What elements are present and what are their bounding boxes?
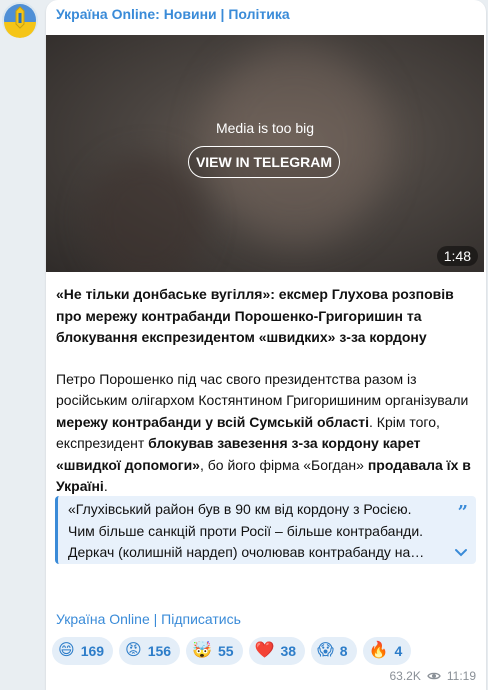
body-text: . xyxy=(103,478,108,494)
reaction-count: 4 xyxy=(394,643,403,659)
fire-icon: 🔥 xyxy=(368,642,389,659)
reaction-heart[interactable]: ❤️ 38 xyxy=(248,637,306,665)
reaction-fire[interactable]: 🔥 4 xyxy=(362,637,412,665)
post-text: «Не тільки донбаське вугілля»: ексмер Гл… xyxy=(56,284,476,498)
reaction-scream[interactable]: 😱 8 xyxy=(311,637,357,665)
quote-icon: ” xyxy=(457,502,468,523)
reaction-count: 38 xyxy=(280,643,297,659)
quote-text: «Глухівський район був в 90 км від кордо… xyxy=(68,499,438,564)
angry-face-icon: 😡 xyxy=(125,642,142,659)
reaction-count: 8 xyxy=(339,643,348,659)
reaction-exploding-head[interactable]: 🤯 55 xyxy=(186,637,243,665)
media-too-big-note: Media is too big xyxy=(215,120,315,136)
post-headline: «Не тільки донбаське вугілля»: ексмер Гл… xyxy=(56,286,454,345)
blockquote[interactable]: «Глухівський район був в 90 км від кордо… xyxy=(55,496,476,564)
quote-line: «Глухівський район був в 90 км від кордо… xyxy=(68,501,412,517)
video-preview[interactable]: Media is too big VIEW IN TELEGRAM 1:48 xyxy=(46,35,484,272)
reaction-grinning[interactable]: 😄 169 xyxy=(52,637,114,665)
message-meta: 63.2K 11:19 xyxy=(390,669,477,683)
post-body: Петро Порошенко під час свого президентс… xyxy=(56,369,476,498)
media-blur xyxy=(206,45,386,245)
body-text: , бо його фірма «Богдан» xyxy=(199,456,368,473)
video-duration: 1:48 xyxy=(436,246,478,266)
grinning-face-icon: 😄 xyxy=(58,642,75,659)
eye-icon xyxy=(427,672,441,680)
view-count: 63.2K xyxy=(389,669,421,683)
screaming-face-icon: 😱 xyxy=(317,642,334,659)
reaction-angry[interactable]: 😡 156 xyxy=(119,637,181,665)
quote-line: Деркач (колишній нардеп) очолював контра… xyxy=(68,544,425,560)
message-time: 11:19 xyxy=(446,669,476,683)
media-blur xyxy=(86,155,206,272)
body-text: Петро Порошенко під час свого президентс… xyxy=(56,370,469,409)
reaction-count: 156 xyxy=(147,643,172,659)
exploding-head-icon: 🤯 xyxy=(192,642,213,659)
reaction-count: 55 xyxy=(218,643,234,659)
reactions-bar: 😄 169 😡 156 🤯 55 ❤️ 38 😱 8 🔥 4 xyxy=(52,637,412,665)
subscribe-link[interactable]: Україна Online | Підписатись xyxy=(56,611,241,627)
body-bold: мережу контрабанди у всій Сумській облас… xyxy=(56,413,370,430)
channel-avatar[interactable] xyxy=(2,2,38,38)
view-in-telegram-button[interactable]: VIEW IN TELEGRAM xyxy=(188,146,340,178)
chevron-down-icon[interactable] xyxy=(454,548,468,558)
quote-line: Чим більше санкцій проти Росії – більше … xyxy=(68,522,424,539)
ukraine-flag-avatar-icon xyxy=(2,2,38,38)
channel-name[interactable]: Україна Online: Новини | Політика xyxy=(56,6,290,22)
red-heart-icon: ❤️ xyxy=(254,642,275,659)
message-bubble: Україна Online: Новини | Політика Media … xyxy=(46,0,486,690)
reaction-count: 169 xyxy=(80,643,105,659)
